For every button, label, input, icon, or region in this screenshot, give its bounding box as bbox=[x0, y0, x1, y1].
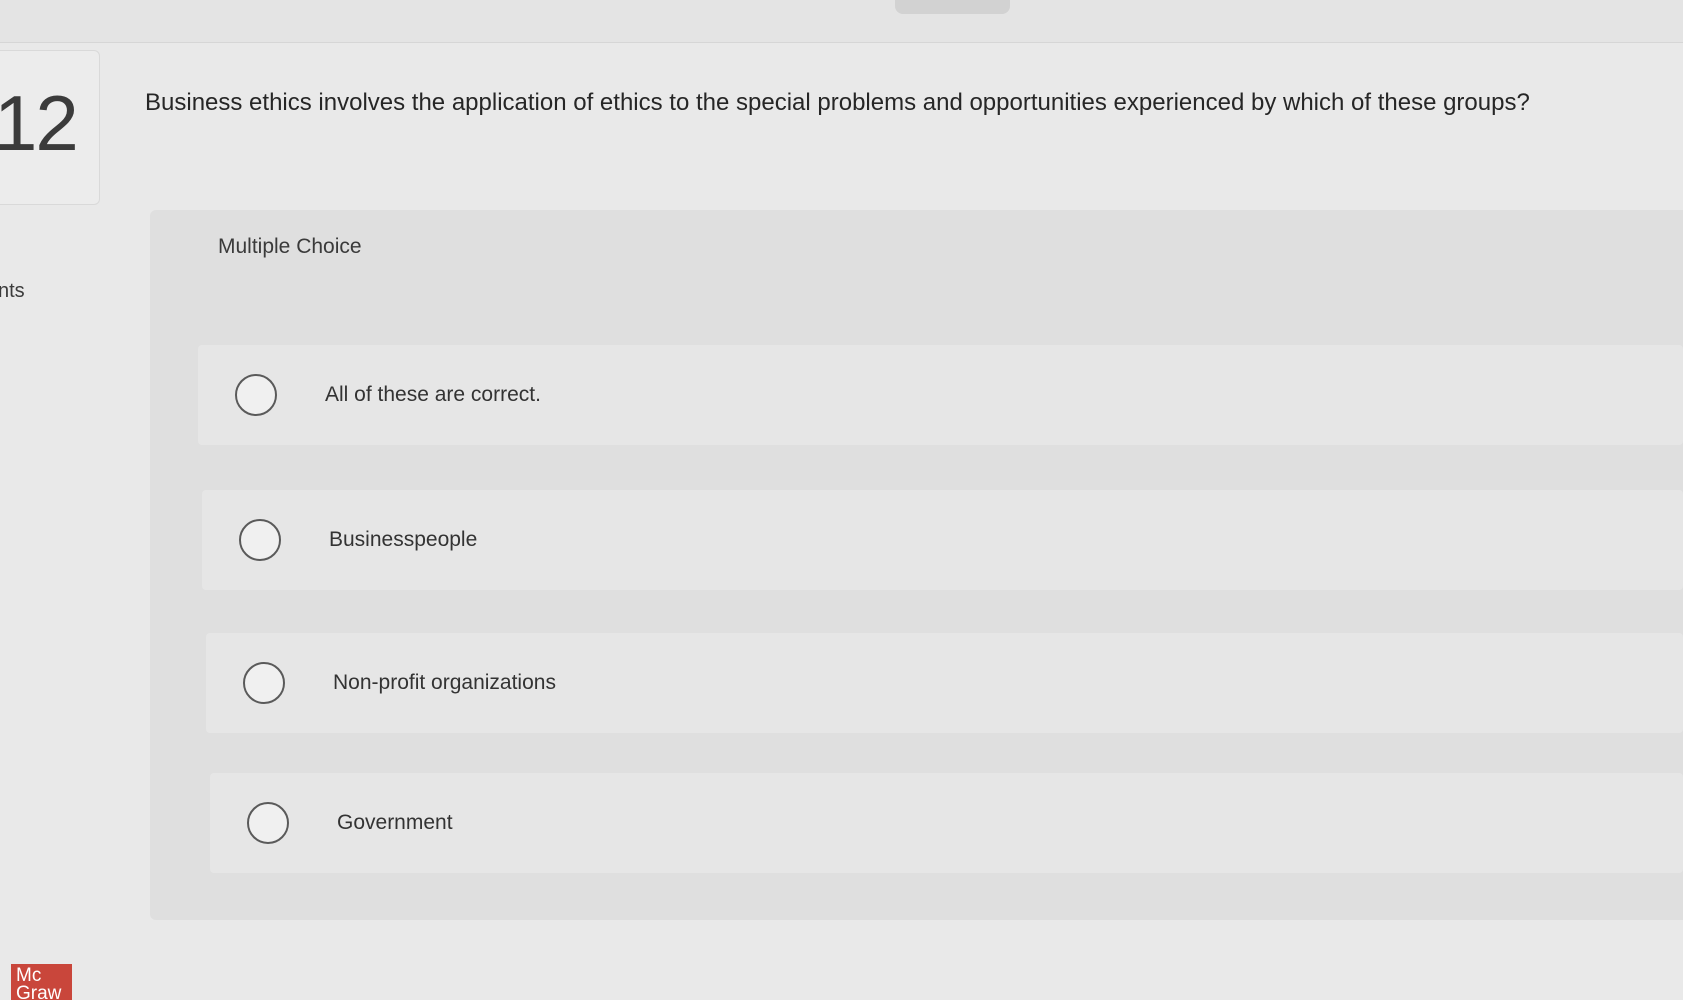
radio-button[interactable] bbox=[239, 519, 281, 561]
logo-line-2: Graw bbox=[16, 983, 62, 1000]
points-label: nts bbox=[0, 280, 25, 302]
answer-option-2[interactable]: Businesspeople bbox=[202, 490, 1683, 590]
answer-option-4[interactable]: Government bbox=[210, 773, 1683, 873]
top-tab-handle[interactable] bbox=[895, 0, 1010, 14]
option-label: Non-profit organizations bbox=[333, 671, 556, 694]
question-type-label: Multiple Choice bbox=[218, 235, 362, 258]
question-number: 12 bbox=[0, 79, 79, 167]
option-label: Government bbox=[337, 811, 453, 834]
question-text: Business ethics involves the application… bbox=[145, 89, 1530, 116]
top-bar bbox=[0, 0, 1683, 43]
mcgraw-hill-logo: Mc Graw bbox=[11, 964, 72, 1000]
option-label: All of these are correct. bbox=[325, 383, 541, 406]
answer-option-3[interactable]: Non-profit organizations bbox=[206, 633, 1683, 733]
radio-button[interactable] bbox=[247, 802, 289, 844]
answer-option-1[interactable]: All of these are correct. bbox=[198, 345, 1683, 445]
option-label: Businesspeople bbox=[329, 528, 478, 551]
radio-button[interactable] bbox=[243, 662, 285, 704]
radio-button[interactable] bbox=[235, 374, 277, 416]
